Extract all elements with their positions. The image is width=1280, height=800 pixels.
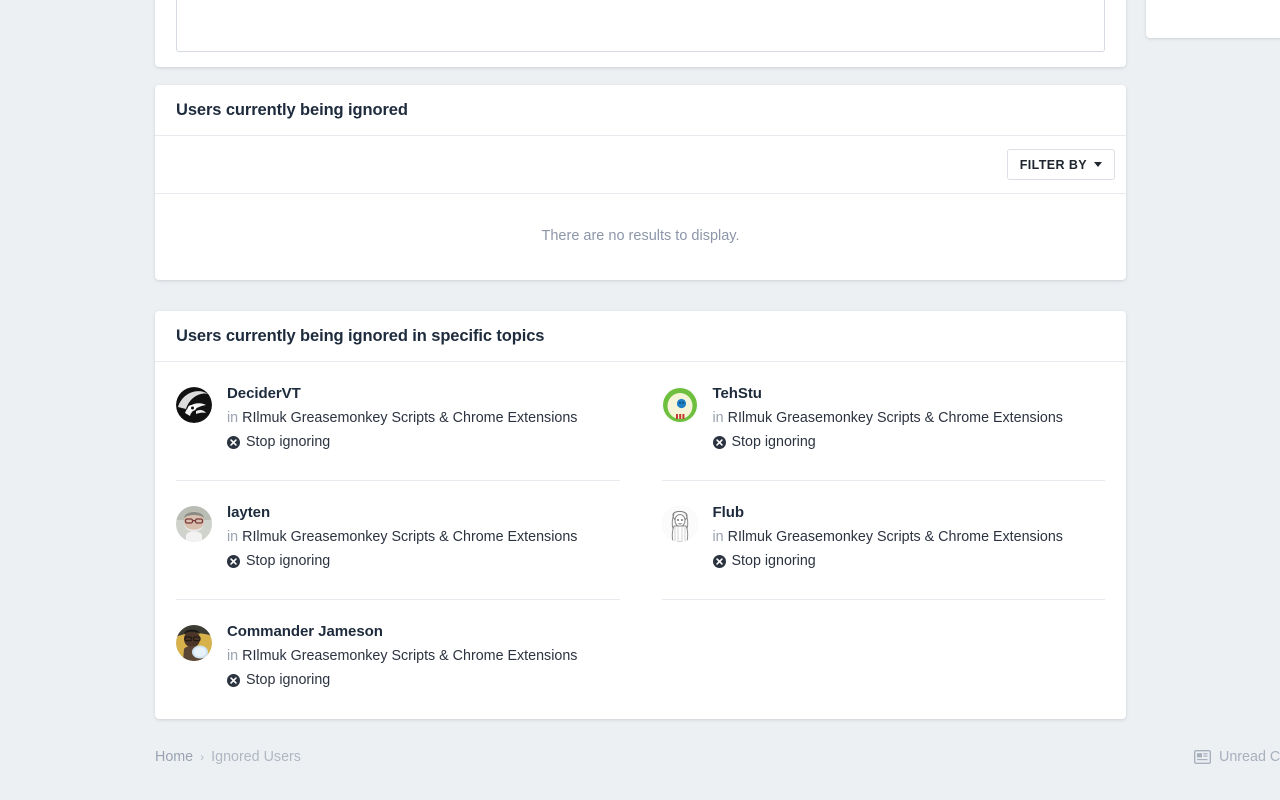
filter-by-label: FILTER BY (1019, 157, 1087, 172)
stop-ignoring-button[interactable]: Stop ignoring (227, 432, 577, 452)
topic-link[interactable]: RIlmuk Greasemonkey Scripts & Chrome Ext… (242, 648, 577, 664)
deciderv t-avatar-image (176, 387, 212, 423)
list-item: layten in RIlmuk Greasemonkey Scripts & … (155, 481, 641, 600)
user-topic: in RIlmuk Greasemonkey Scripts & Chrome … (227, 527, 577, 547)
stop-ignoring-button[interactable]: Stop ignoring (227, 670, 577, 690)
user-topic: in RIlmuk Greasemonkey Scripts & Chrome … (227, 408, 577, 428)
user-name-link[interactable]: Flub (713, 503, 1063, 523)
layten-avatar-image (176, 506, 212, 542)
avatar[interactable] (176, 506, 212, 542)
user-topic: in RIlmuk Greasemonkey Scripts & Chrome … (713, 408, 1063, 428)
user-info: DeciderVT in RIlmuk Greasemonkey Scripts… (227, 384, 577, 452)
breadcrumb-current: Ignored Users (211, 749, 301, 765)
topic-link[interactable]: RIlmuk Greasemonkey Scripts & Chrome Ext… (242, 529, 577, 545)
stop-ignoring-label: Stop ignoring (731, 553, 816, 569)
unread-content-link[interactable]: Unread C (1194, 749, 1280, 765)
stop-ignoring-button[interactable]: Stop ignoring (227, 551, 577, 571)
user-name-link[interactable]: DeciderVT (227, 384, 577, 404)
user-name-link[interactable]: layten (227, 503, 577, 523)
close-circle-icon (712, 435, 726, 449)
breadcrumb: Home › Ignored Users (155, 749, 301, 765)
ignored-topics-header: Users currently being ignored in specifi… (155, 311, 1126, 362)
footer: Home › Ignored Users Unread C (0, 735, 1280, 790)
ignored-users-header: Users currently being ignored (155, 85, 1126, 136)
topic-link[interactable]: RIlmuk Greasemonkey Scripts & Chrome Ext… (728, 529, 1063, 545)
in-label: in (712, 410, 724, 426)
breadcrumb-separator-icon: › (200, 750, 205, 764)
list-item: DeciderVT in RIlmuk Greasemonkey Scripts… (155, 362, 641, 481)
filter-by-button[interactable]: FILTER BY (1006, 149, 1115, 180)
ignored-users-grid: DeciderVT in RIlmuk Greasemonkey Scripts… (155, 362, 1126, 719)
user-info: Flub in RIlmuk Greasemonkey Scripts & Ch… (712, 503, 1063, 571)
in-label: in (227, 648, 239, 664)
page-title: Users currently being ignored (176, 100, 408, 119)
in-label: in (227, 529, 239, 545)
user-info: Commander Jameson in RIlmuk Greasemonkey… (227, 622, 577, 690)
top-partial-card (155, 0, 1126, 67)
avatar[interactable] (176, 625, 212, 661)
grid-filler (641, 600, 1127, 719)
close-circle-icon (227, 554, 240, 568)
ignored-users-card: Users currently being ignored FILTER BY … (155, 85, 1126, 280)
unread-content-label: Unread C (1219, 749, 1280, 765)
user-name-link[interactable]: Commander Jameson (227, 622, 577, 642)
stop-ignoring-label: Stop ignoring (731, 434, 816, 450)
tehstu-avatar-image (661, 387, 698, 423)
list-item: TehStu in RIlmuk Greasemonkey Scripts & … (641, 362, 1127, 481)
close-circle-icon (227, 435, 240, 449)
in-label: in (227, 410, 239, 426)
section-title: Users currently being ignored in specifi… (176, 326, 545, 345)
stop-ignoring-label: Stop ignoring (246, 434, 331, 450)
avatar[interactable] (661, 387, 698, 423)
chevron-down-icon (1094, 162, 1102, 167)
avatar[interactable] (176, 387, 212, 423)
user-info: TehStu in RIlmuk Greasemonkey Scripts & … (712, 384, 1063, 452)
user-name-link[interactable]: TehStu (713, 384, 1063, 404)
sidebar-partial-card (1146, 0, 1280, 38)
ignored-topics-card: Users currently being ignored in specifi… (155, 311, 1126, 719)
commander-jameson-avatar-image (176, 625, 212, 661)
avatar[interactable] (661, 506, 698, 542)
filter-bar: FILTER BY (155, 136, 1126, 194)
flub-avatar-image (661, 506, 698, 542)
user-topic: in RIlmuk Greasemonkey Scripts & Chrome … (227, 646, 577, 666)
user-info: layten in RIlmuk Greasemonkey Scripts & … (227, 503, 577, 571)
page-root: Users currently being ignored FILTER BY … (0, 0, 1280, 800)
stop-ignoring-button[interactable]: Stop ignoring (712, 432, 1063, 452)
list-item: Commander Jameson in RIlmuk Greasemonkey… (155, 600, 641, 719)
newspaper-icon (1194, 750, 1211, 764)
list-item: Flub in RIlmuk Greasemonkey Scripts & Ch… (641, 481, 1127, 600)
topic-link[interactable]: RIlmuk Greasemonkey Scripts & Chrome Ext… (242, 410, 577, 426)
topic-link[interactable]: RIlmuk Greasemonkey Scripts & Chrome Ext… (728, 410, 1063, 426)
close-circle-icon (712, 554, 726, 568)
in-label: in (712, 529, 724, 545)
text-input-field[interactable] (176, 0, 1105, 52)
user-topic: in RIlmuk Greasemonkey Scripts & Chrome … (713, 527, 1063, 547)
breadcrumb-home-link[interactable]: Home (155, 749, 193, 765)
stop-ignoring-label: Stop ignoring (246, 553, 331, 569)
close-circle-icon (227, 673, 240, 687)
stop-ignoring-label: Stop ignoring (246, 672, 331, 688)
stop-ignoring-button[interactable]: Stop ignoring (712, 551, 1063, 571)
empty-results-message: There are no results to display. (541, 228, 740, 244)
